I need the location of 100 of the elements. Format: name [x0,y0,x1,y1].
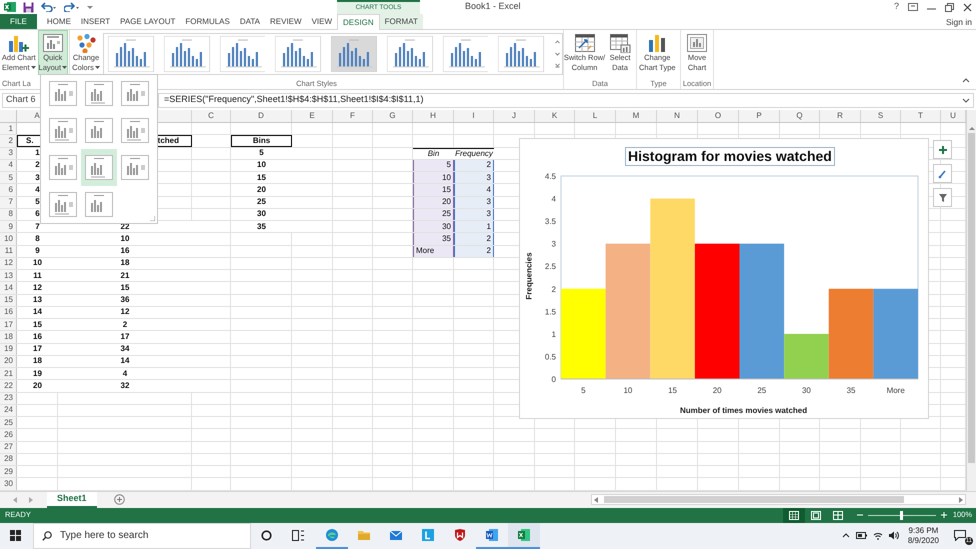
column-header[interactable]: Q [780,110,820,122]
column-header[interactable]: S [861,110,901,122]
save-icon[interactable] [23,2,34,12]
chart-style-thumbnail[interactable] [275,36,321,72]
row-header[interactable]: 27 [0,442,17,453]
row-header[interactable]: 15 [0,294,17,306]
row-header[interactable]: 21 [0,368,17,380]
row-header[interactable]: 19 [0,344,17,355]
row-header[interactable]: 29 [0,466,17,478]
ribbon-tab[interactable]: PAGE LAYOUT [116,14,180,29]
chart-style-thumbnail[interactable] [220,36,266,72]
column-header[interactable]: D [231,110,292,122]
horizontal-scrollbar[interactable] [591,494,966,505]
circle-icon[interactable] [261,530,272,541]
chart-style-thumbnail[interactable] [386,36,432,72]
ribbon-tab[interactable]: FORMULAS [181,14,234,29]
ribbon-display-options-icon[interactable] [908,3,918,11]
row-header[interactable]: 17 [0,319,17,330]
view-button[interactable] [782,508,805,522]
formula-field[interactable]: =SERIES("Frequency",Sheet1!$H$4:$H$11,Sheet1!$I$4:$I$11,1) [158,92,974,108]
scroll-right-icon[interactable] [959,496,963,502]
new-sheet-icon[interactable] [114,494,125,505]
chart-style-thumbnail[interactable] [331,36,377,72]
close-icon[interactable] [963,2,972,12]
row-header[interactable]: 7 [0,196,17,208]
ribbon-tab[interactable]: FORMAT [380,14,423,29]
scroll-left-icon[interactable] [594,496,598,502]
chart-elements-button[interactable] [933,140,952,159]
row-header[interactable]: 22 [0,380,17,392]
row-header[interactable]: 25 [0,417,17,428]
row-header[interactable]: 12 [0,258,17,269]
chart-styles-button[interactable] [933,164,952,183]
row-header[interactable]: 16 [0,306,17,318]
row-header[interactable]: 28 [0,454,17,465]
row-header[interactable]: 5 [0,172,17,184]
row-header[interactable]: 9 [0,221,17,232]
layout-option[interactable] [81,149,117,186]
windows-start-icon[interactable] [10,530,21,541]
column-header[interactable]: E [292,110,333,122]
ribbon-tab[interactable]: FILE [0,14,37,29]
chart-style-thumbnail[interactable] [164,36,210,72]
column-header[interactable]: P [739,110,780,122]
restore-icon[interactable] [945,2,954,12]
taskbar-app-button[interactable] [508,522,540,548]
chevron-up-icon[interactable] [842,533,850,538]
speaker-icon[interactable] [888,531,899,540]
row-header[interactable]: 18 [0,331,17,342]
row-header[interactable]: 13 [0,270,17,282]
column-header[interactable]: K [535,110,575,122]
chart-style-thumbnail[interactable] [498,36,544,72]
next-sheet-icon[interactable] [28,496,33,502]
row-header[interactable]: 8 [0,208,17,220]
row-header[interactable]: 3 [0,148,17,159]
previous-sheet-icon[interactable] [13,496,18,502]
task-view-icon[interactable] [292,530,304,541]
search-field[interactable]: Type here to search [33,522,251,548]
resize-grip-icon[interactable] [150,216,155,221]
battery-icon[interactable] [856,532,867,539]
excel-logo-icon[interactable] [4,1,16,13]
column-header[interactable]: O [698,110,739,122]
sign-in-link[interactable]: Sign in [946,16,976,29]
row-header[interactable]: 23 [0,392,17,404]
ribbon-tab[interactable]: REVIEW [266,14,306,29]
column-header[interactable]: N [657,110,698,122]
ribbon-tab[interactable]: VIEW [308,14,336,29]
vertical-scrollbar[interactable] [966,110,976,490]
row-header[interactable]: 1 [0,123,17,134]
row-header[interactable]: 30 [0,478,17,490]
collapse-ribbon-icon[interactable] [962,78,970,83]
row-header[interactable]: 2 [0,135,17,146]
scroll-up-icon[interactable] [968,126,974,130]
column-header[interactable]: G [373,110,413,122]
ribbon-tab[interactable]: DESIGN [337,14,380,30]
column-header[interactable]: L [575,110,616,122]
sheet-tab[interactable]: Sheet1 [47,492,97,508]
zoom-thumb[interactable] [900,510,904,520]
column-header[interactable]: I [454,110,494,122]
scroll-thumb[interactable] [604,496,904,503]
undo-icon[interactable] [41,2,57,12]
column-header[interactable]: T [901,110,941,122]
ribbon-tab[interactable]: HOME [42,14,75,29]
row-header[interactable]: 20 [0,356,17,367]
row-header[interactable]: 11 [0,246,17,257]
wifi-icon[interactable] [872,531,883,540]
chart-style-thumbnail[interactable] [442,36,488,72]
redo-icon[interactable] [64,2,80,12]
column-header[interactable]: F [333,110,373,122]
column-header[interactable]: C [192,110,231,122]
chart-style-thumbnail[interactable] [108,36,154,72]
row-header[interactable]: 10 [0,233,17,244]
row-header[interactable]: 6 [0,184,17,196]
zoom-in-icon[interactable] [940,512,947,518]
chart-filters-button[interactable] [933,188,952,207]
help-button[interactable]: ? [894,0,899,14]
scroll-thumb[interactable] [968,133,975,463]
row-header[interactable]: 24 [0,404,17,416]
column-header[interactable]: R [820,110,861,122]
expand-formula-icon[interactable] [962,98,970,103]
clock[interactable]: 9:36 PM 8/9/2020 [904,526,942,546]
chart-title[interactable]: Histogram for movies watched [625,147,835,166]
